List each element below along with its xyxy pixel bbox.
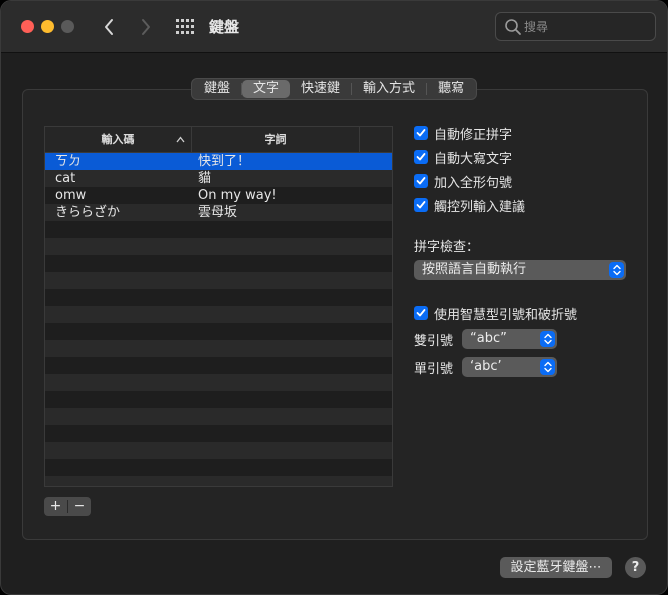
keyboard-preferences-window: 鍵盤 鍵盤 文字 快速鍵 輸入方式 聽寫 輸入碼 字詞 [0,0,668,595]
chevron-right-icon [142,19,150,35]
checkbox-box[interactable] [414,126,428,140]
empty-table-row [45,323,392,340]
search-input[interactable] [524,17,649,37]
show-all-button[interactable] [173,15,197,39]
table-body: ㄎㄉ 快到了！ cat 貓 omw On my way! きららざか 雲母坂 [45,153,392,486]
updown-chevron-icon [540,331,555,347]
checkbox-box[interactable] [414,174,428,188]
checkbox-box[interactable] [414,150,428,164]
cell-with[interactable]: On my way! [198,187,358,204]
empty-table-row [45,221,392,238]
close-window-button[interactable] [21,20,34,33]
column-header-replace[interactable]: 輸入碼 [45,127,192,153]
double-quotes-popup[interactable]: “abc” [462,329,557,349]
checkbox-fullwidth-period[interactable]: 加入全形句號 [414,172,513,191]
zoom-window-button[interactable] [61,20,74,33]
table-row[interactable]: cat 貓 [45,170,392,187]
titlebar: 鍵盤 [1,1,667,53]
empty-table-row [45,255,392,272]
checkbox-label: 加入全形句號 [434,175,513,191]
single-quotes-value: ‘abc’ [470,359,502,374]
table-row[interactable]: omw On my way! [45,187,392,204]
empty-table-row [45,425,392,442]
help-button[interactable]: ? [625,557,646,578]
cell-with[interactable]: 雲母坂 [198,204,358,221]
back-button[interactable] [96,13,122,41]
tab-bar: 鍵盤 文字 快速鍵 輸入方式 聽寫 [191,78,478,100]
empty-table-row [45,459,392,476]
single-quotes-popup[interactable]: ‘abc’ [462,357,557,377]
checkbox-smart-quotes[interactable]: 使用智慧型引號和破折號 [414,304,578,323]
updown-chevron-icon [540,359,555,375]
checkbox-box[interactable] [414,306,428,320]
checkmark-icon [416,153,426,161]
checkbox-autocorrect[interactable]: 自動修正拼字 [414,124,513,143]
chevron-left-icon [105,19,113,35]
forward-button[interactable] [133,13,159,41]
double-quotes-value: “abc” [470,331,507,346]
checkbox-box[interactable] [414,198,428,212]
empty-table-row [45,476,392,486]
cell-with[interactable]: 貓 [198,170,358,187]
column-header-with[interactable]: 字詞 [192,127,360,153]
cell-replace[interactable]: きららざか [55,204,190,221]
cell-replace[interactable]: cat [55,170,190,187]
checkbox-autocapitalize[interactable]: 自動大寫文字 [414,148,513,167]
checkmark-icon [416,201,426,209]
single-quotes-label: 單引號 [414,362,454,377]
checkbox-label: 自動修正拼字 [434,127,513,143]
setup-bluetooth-keyboard-button[interactable]: 設定藍牙鍵盤⋯ [500,557,612,578]
sort-ascending-icon [176,136,185,143]
add-button[interactable]: + [44,497,67,516]
tab-input-sources[interactable]: 輸入方式 [352,80,426,98]
empty-table-row [45,357,392,374]
empty-table-row [45,238,392,255]
empty-table-row [45,442,392,459]
checkmark-icon [416,309,426,317]
empty-table-row [45,374,392,391]
checkbox-label: 觸控列輸入建議 [434,199,526,215]
add-remove-control: + − [44,497,91,516]
tab-dictation[interactable]: 聽寫 [427,80,475,98]
updown-chevron-icon [609,262,624,278]
tab-shortcuts[interactable]: 快速鍵 [290,80,351,98]
empty-table-row [45,272,392,289]
tab-keyboard[interactable]: 鍵盤 [193,80,241,98]
checkbox-label: 自動大寫文字 [434,151,513,167]
cell-with[interactable]: 快到了！ [198,153,358,170]
double-quotes-label: 雙引號 [414,334,454,349]
cell-replace[interactable]: ㄎㄉ [55,153,190,170]
search-field[interactable] [495,12,656,41]
tab-text[interactable]: 文字 [242,80,291,98]
empty-table-row [45,391,392,408]
checkmark-icon [416,177,426,185]
empty-table-row [45,408,392,425]
cell-replace[interactable]: omw [55,187,190,204]
checkmark-icon [416,129,426,137]
table-row[interactable]: ㄎㄉ 快到了！ [45,153,392,170]
spelling-popup-value: 按照語言自動執行 [422,262,527,277]
text-replacement-table[interactable]: 輸入碼 字詞 ㄎㄉ 快到了！ cat 貓 omw On my way! きららざか 雲母坂 [44,126,393,487]
minimize-window-button[interactable] [41,20,54,33]
spelling-label: 拼字檢查： [414,240,480,255]
remove-button[interactable]: − [68,497,91,516]
table-row[interactable]: きららざか 雲母坂 [45,204,392,221]
checkbox-touchbar-suggestions[interactable]: 觸控列輸入建議 [414,196,526,215]
spelling-popup[interactable]: 按照語言自動執行 [414,260,626,280]
empty-table-row [45,289,392,306]
checkbox-label: 使用智慧型引號和破折號 [434,307,578,323]
window-title: 鍵盤 [209,18,240,36]
empty-table-row [45,306,392,323]
table-header: 輸入碼 字詞 [45,127,392,153]
column-header-with-label: 字詞 [264,133,287,146]
grid-icon [176,19,194,34]
column-header-replace-label: 輸入碼 [101,133,135,146]
search-icon [505,19,521,35]
empty-table-row [45,340,392,357]
